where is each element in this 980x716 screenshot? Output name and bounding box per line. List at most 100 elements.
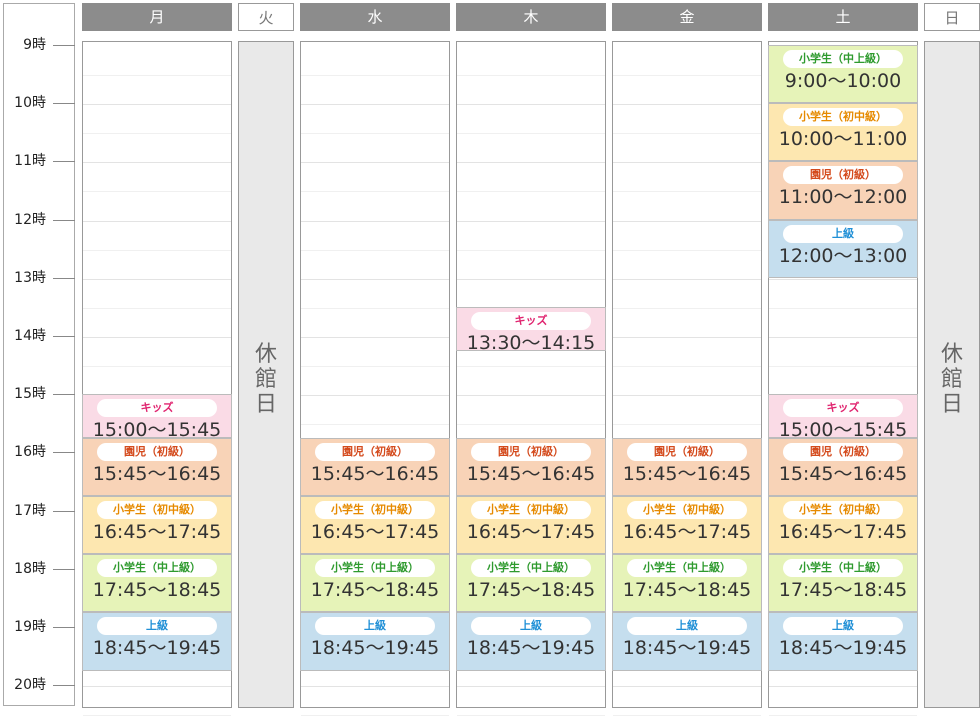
hour-label: 10時 [14,95,46,112]
half-hour-gridline [457,191,605,193]
hour-tick [53,510,75,512]
class-block[interactable]: 小学生（初中級） 10:00〜11:00 [768,103,918,162]
class-block[interactable]: キッズ 13:30〜14:15 [456,306,606,354]
class-block[interactable]: 上級 18:45〜19:45 [456,612,606,671]
class-time: 16:45〜17:45 [622,521,752,544]
class-block[interactable]: 小学生（中上級） 17:45〜18:45 [82,554,232,613]
half-hour-gridline [613,366,761,367]
class-block[interactable]: 園児（初級） 15:45〜16:45 [82,437,232,497]
class-name-badge: 園児（初級） [471,442,591,461]
hour-gridline [457,220,605,222]
class-name-badge: 小学生（初中級） [627,501,747,520]
day-header: 日 [924,3,980,31]
class-time: 16:45〜17:45 [778,521,908,544]
class-time: 15:45〜16:45 [466,462,596,485]
class-time: 18:45〜19:45 [778,637,908,660]
hour-gridline [769,337,917,338]
day-header: 火 [238,3,294,31]
class-block[interactable]: 小学生（中上級） 17:45〜18:45 [768,554,918,613]
class-block[interactable]: 小学生（中上級） 17:45〜18:45 [300,554,450,613]
class-time: 18:45〜19:45 [92,637,222,660]
class-time: 11:00〜12:00 [778,186,908,209]
hour-label: 20時 [14,677,46,694]
closed-label: 休館日 [940,342,963,417]
class-block[interactable]: 上級 12:00〜13:00 [768,219,918,278]
half-hour-gridline [83,75,231,76]
hour-gridline [301,395,449,397]
class-time: 16:45〜17:45 [92,521,222,544]
hour-tick [53,45,75,46]
class-block[interactable]: キッズ 15:00〜15:45 [768,394,918,441]
class-time: 18:45〜19:45 [310,637,440,660]
class-time: 18:45〜19:45 [622,637,752,660]
class-block[interactable]: 小学生（中上級） 17:45〜18:45 [612,554,762,613]
hour-gridline [457,686,605,688]
class-block[interactable]: 園児（初級） 15:45〜16:45 [768,437,918,497]
hour-gridline [613,162,761,164]
class-time: 17:45〜18:45 [622,579,752,602]
hour-gridline [83,104,231,106]
hour-label: 19時 [14,619,46,635]
class-block[interactable]: 小学生（初中級） 16:45〜17:45 [456,496,606,555]
half-hour-gridline [83,191,231,193]
day-header: 水 [300,3,450,31]
half-hour-gridline [457,249,605,251]
half-hour-gridline [457,75,605,76]
hour-label: 17時 [14,502,46,519]
class-block[interactable]: 上級 18:45〜19:45 [612,612,762,671]
class-name-badge: 上級 [783,617,903,636]
half-hour-gridline [83,307,231,309]
class-time: 12:00〜13:00 [778,244,908,267]
class-block[interactable]: キッズ 15:00〜15:45 [82,394,232,441]
class-block[interactable]: 上級 18:45〜19:45 [300,612,450,671]
hour-tick [53,277,75,279]
hour-gridline [769,278,917,280]
class-time: 16:45〜17:45 [466,521,596,544]
half-hour-gridline [613,133,761,135]
half-hour-gridline [613,191,761,193]
hour-gridline [613,278,761,280]
class-block[interactable]: 園児（初級） 11:00〜12:00 [768,161,918,220]
half-hour-gridline [301,366,449,367]
class-name-badge: 上級 [783,224,903,243]
class-block[interactable]: 小学生（初中級） 16:45〜17:45 [82,496,232,555]
class-time: 10:00〜11:00 [778,128,908,151]
class-name-badge: 上級 [315,617,435,636]
class-block[interactable]: 小学生（初中級） 16:45〜17:45 [768,496,918,555]
class-name-badge: 上級 [627,617,747,636]
half-hour-gridline [613,424,761,426]
day-column: 休館日 [924,41,980,708]
class-time: 18:45〜19:45 [466,637,596,660]
hour-tick [53,627,75,628]
class-block[interactable]: 上級 18:45〜19:45 [82,612,232,671]
class-block[interactable]: 園児（初級） 15:45〜16:45 [300,437,450,497]
half-hour-gridline [83,249,231,251]
hour-gridline [613,104,761,106]
hour-gridline [769,686,917,688]
class-name-badge: 小学生（初中級） [471,501,591,520]
class-block[interactable]: 小学生（初中級） 16:45〜17:45 [300,496,450,555]
class-name-badge: 小学生（初中級） [97,501,217,520]
class-block[interactable]: 上級 18:45〜19:45 [768,612,918,671]
hour-gridline [301,162,449,164]
half-hour-gridline [613,307,761,309]
hour-tick [53,219,75,221]
half-hour-gridline [769,307,917,309]
class-block[interactable]: 小学生（中上級） 17:45〜18:45 [456,554,606,613]
hour-gridline [83,278,231,280]
class-block[interactable]: 小学生（初中級） 16:45〜17:45 [612,496,762,555]
hour-label: 12時 [14,211,46,228]
hour-gridline [457,395,605,397]
class-block[interactable]: 園児（初級） 15:45〜16:45 [612,437,762,497]
class-time: 15:45〜16:45 [778,462,908,485]
class-name-badge: 上級 [97,617,217,636]
hour-gridline [457,162,605,164]
class-block[interactable]: 園児（初級） 15:45〜16:45 [456,437,606,497]
class-block[interactable]: 小学生（中上級） 9:00〜10:00 [768,45,918,104]
half-hour-gridline [613,249,761,251]
hour-gridline [301,337,449,338]
half-hour-gridline [301,191,449,193]
class-name-badge: 小学生（中上級） [471,559,591,578]
class-name-badge: 小学生（初中級） [783,501,903,520]
hour-tick [53,685,75,687]
